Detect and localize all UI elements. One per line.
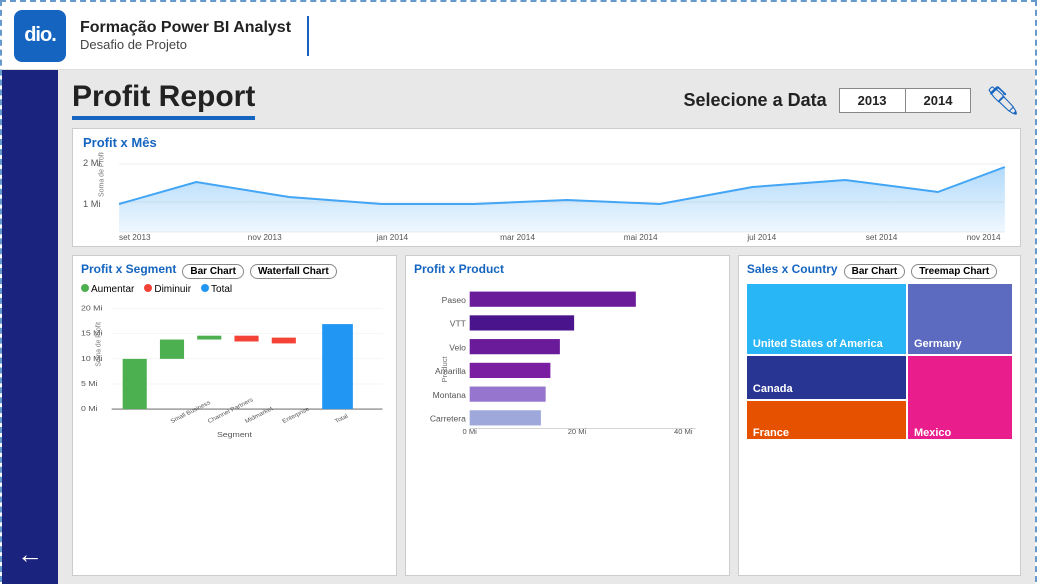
top-bar: Profit Report Selecione a Data 2013 2014… xyxy=(72,80,1021,120)
waterfall-legend: Aumentar Diminuir Total xyxy=(81,284,388,295)
app-title: Formação Power BI Analyst xyxy=(80,19,291,37)
header-titles: Formação Power BI Analyst Desafio de Pro… xyxy=(80,19,291,52)
svg-text:Velo: Velo xyxy=(449,342,466,352)
line-chart-panel: Profit x Mês 2 Mi 1 Mi xyxy=(72,128,1021,247)
line-chart-svg: 2 Mi 1 Mi xyxy=(83,152,1010,242)
svg-text:Small Business: Small Business xyxy=(169,399,212,424)
svg-text:mai 2014: mai 2014 xyxy=(624,233,658,242)
svg-text:Carretera: Carretera xyxy=(430,414,466,424)
svg-text:nov 2013: nov 2013 xyxy=(248,233,282,242)
svg-text:jul 2014: jul 2014 xyxy=(746,233,776,242)
date-2013-button[interactable]: 2013 xyxy=(840,89,906,112)
product-title: Profit x Product xyxy=(414,262,504,276)
eraser-icon[interactable]: 🖊 xyxy=(985,84,1021,117)
product-header: Profit x Product xyxy=(414,262,721,280)
svg-text:set 2013: set 2013 xyxy=(119,233,151,242)
treemap-usa[interactable]: United States of America xyxy=(747,284,906,354)
product-panel: Profit x Product Paseo VTT Velo Amarilla… xyxy=(405,255,730,576)
waterfall-bar-btn[interactable]: Bar Chart xyxy=(182,264,244,279)
treemap-mexico[interactable]: Mexico xyxy=(908,356,1012,439)
treemap-mexico-label: Mexico xyxy=(914,427,951,439)
treemap-grid: United States of America Germany Canada … xyxy=(747,284,1012,439)
selecione-label: Selecione a Data xyxy=(684,90,827,111)
logo-text: dio. xyxy=(24,24,56,47)
svg-text:set 2014: set 2014 xyxy=(866,233,898,242)
waterfall-title: Profit x Segment xyxy=(81,262,176,276)
svg-text:20 Mi: 20 Mi xyxy=(568,427,587,434)
treemap-germany[interactable]: Germany xyxy=(908,284,1012,354)
header-divider xyxy=(307,16,309,56)
page-title: Profit Report xyxy=(72,80,255,120)
main-layout: ← Profit Report Selecione a Data 2013 20… xyxy=(2,70,1035,584)
waterfall-wf-btn[interactable]: Waterfall Chart xyxy=(250,264,337,279)
svg-text:Total: Total xyxy=(334,413,350,425)
sales-treemap-btn[interactable]: Treemap Chart xyxy=(911,264,997,279)
svg-text:jan 2014: jan 2014 xyxy=(376,233,409,242)
treemap-france[interactable]: France xyxy=(747,401,906,439)
svg-text:0 Mi: 0 Mi xyxy=(81,404,98,412)
svg-text:Segment: Segment xyxy=(217,431,253,439)
svg-text:mar 2014: mar 2014 xyxy=(500,233,535,242)
line-chart-wrap: 2 Mi 1 Mi xyxy=(83,152,1010,242)
waterfall-header: Profit x Segment Bar Chart Waterfall Cha… xyxy=(81,262,388,280)
treemap-usa-label: United States of America xyxy=(753,338,883,350)
sales-bar-btn[interactable]: Bar Chart xyxy=(844,264,906,279)
legend-diminuir: Diminuir xyxy=(144,284,191,295)
svg-text:0 Mi: 0 Mi xyxy=(462,427,477,434)
treemap-germany-label: Germany xyxy=(914,338,962,350)
svg-text:1 Mi: 1 Mi xyxy=(83,199,101,209)
waterfall-svg: 20 Mi 15 Mi 10 Mi 5 Mi 0 Mi xyxy=(81,299,388,439)
product-svg: Paseo VTT Velo Amarilla Montana Carreter… xyxy=(414,284,721,434)
svg-text:5 Mi: 5 Mi xyxy=(81,379,98,387)
date-2014-button[interactable]: 2014 xyxy=(906,89,971,112)
treemap-canada-label: Canada xyxy=(753,383,793,395)
line-chart-title: Profit x Mês xyxy=(83,135,1010,150)
back-button[interactable]: ← xyxy=(17,539,43,570)
svg-text:20 Mi: 20 Mi xyxy=(81,304,103,312)
date-filter: 2013 2014 xyxy=(839,88,972,113)
app-header: dio. Formação Power BI Analyst Desafio d… xyxy=(2,2,1035,70)
logo: dio. xyxy=(14,10,66,62)
sales-country-panel: Sales x Country Bar Chart Treemap Chart … xyxy=(738,255,1021,576)
content-area: Profit Report Selecione a Data 2013 2014… xyxy=(58,70,1035,584)
bottom-row: Profit x Segment Bar Chart Waterfall Cha… xyxy=(72,255,1021,576)
waterfall-panel: Profit x Segment Bar Chart Waterfall Cha… xyxy=(72,255,397,576)
svg-text:Paseo: Paseo xyxy=(442,295,466,305)
svg-text:VTT: VTT xyxy=(450,319,467,329)
app-subtitle: Desafio de Projeto xyxy=(80,37,291,52)
svg-text:Soma de Profit: Soma de Profit xyxy=(98,152,106,197)
sales-country-header: Sales x Country Bar Chart Treemap Chart xyxy=(747,262,1012,280)
sidebar: ← xyxy=(2,70,58,584)
legend-total: Total xyxy=(201,284,232,295)
treemap-container: United States of America Germany Canada … xyxy=(747,284,1012,439)
svg-text:nov 2014: nov 2014 xyxy=(967,233,1001,242)
svg-text:Midmarket: Midmarket xyxy=(244,406,275,425)
svg-text:Product: Product xyxy=(440,355,449,382)
treemap-canada[interactable]: Canada xyxy=(747,356,906,399)
svg-text:40 Mi: 40 Mi xyxy=(674,427,693,434)
sales-country-title: Sales x Country xyxy=(747,262,838,276)
svg-text:Soma de Profit: Soma de Profit xyxy=(93,322,103,367)
treemap-france-label: France xyxy=(753,427,789,439)
legend-aumentar: Aumentar xyxy=(81,284,134,295)
svg-text:Montana: Montana xyxy=(433,390,466,400)
